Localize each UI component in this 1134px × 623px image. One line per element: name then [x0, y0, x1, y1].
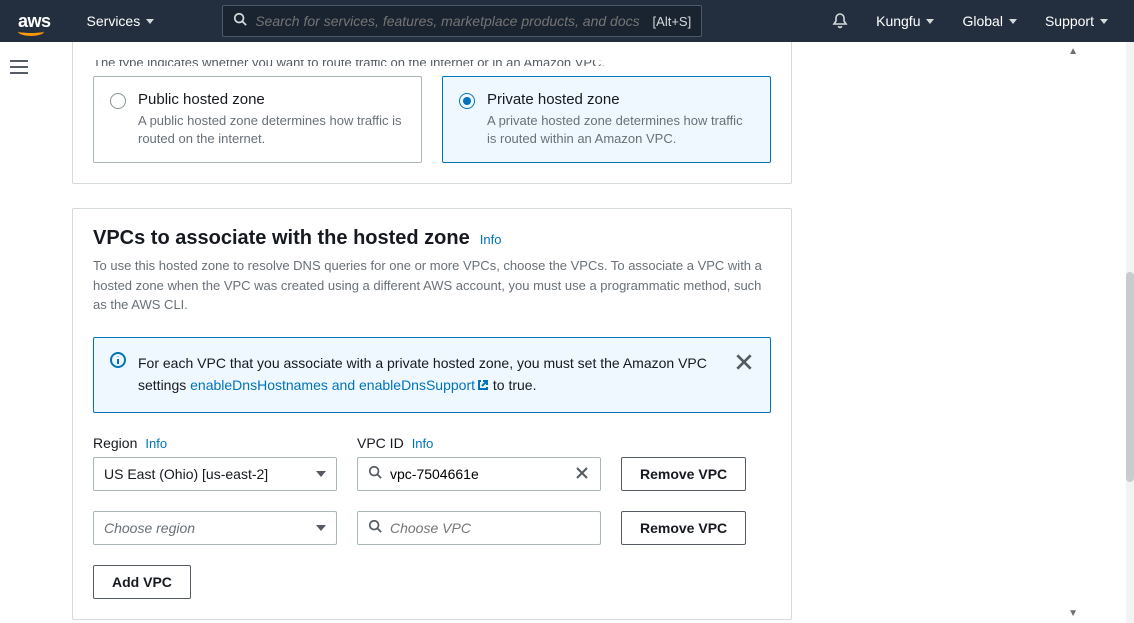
search-box[interactable]: [Alt+S]	[222, 5, 702, 37]
region-label: Global	[962, 13, 1002, 29]
search-icon	[368, 465, 382, 482]
vpc-settings-info-alert: For each VPC that you associate with a p…	[93, 337, 771, 413]
notifications-button[interactable]	[824, 13, 856, 29]
region-select[interactable]: Choose region	[93, 511, 337, 545]
add-vpc-button[interactable]: Add VPC	[93, 565, 191, 599]
search-shortcut: [Alt+S]	[653, 14, 692, 29]
dns-settings-link[interactable]: enableDnsHostnames and enableDnsSupport	[190, 377, 489, 393]
vpc-row: Region Info US East (Ohio) [us-east-2] V…	[93, 435, 771, 491]
account-label: Kungfu	[876, 13, 920, 29]
vpc-id-input[interactable]	[357, 457, 601, 491]
private-zone-desc: A private hosted zone determines how tra…	[487, 112, 754, 148]
caret-down-icon	[316, 525, 326, 531]
caret-down-icon	[1100, 19, 1108, 24]
radio-icon	[110, 93, 126, 109]
vpc-row: Choose region Remove VPC	[93, 511, 771, 545]
vpc-helptext: To use this hosted zone to resolve DNS q…	[93, 256, 771, 315]
vpc-id-field-label: VPC ID	[357, 435, 404, 451]
info-alert-message: For each VPC that you associate with a p…	[138, 352, 722, 398]
region-menu[interactable]: Global	[954, 13, 1024, 29]
services-label: Services	[87, 13, 141, 29]
private-zone-title: Private hosted zone	[487, 91, 754, 108]
region-field-label: Region	[93, 435, 137, 451]
dismiss-alert-button[interactable]	[734, 352, 754, 377]
remove-vpc-button[interactable]: Remove VPC	[621, 457, 746, 491]
clear-input-button[interactable]	[574, 466, 590, 482]
side-drawer-toggle-area	[0, 42, 38, 623]
type-helptext: The type indicates whether you want to r…	[93, 60, 771, 66]
caret-down-icon	[926, 19, 934, 24]
scroll-up-icon[interactable]: ▲	[1068, 46, 1078, 57]
caret-down-icon	[146, 19, 154, 24]
search-input[interactable]	[255, 13, 652, 29]
aws-logo[interactable]: aws	[18, 11, 51, 32]
scrollbar-thumb[interactable]	[1126, 272, 1134, 482]
caret-down-icon	[316, 471, 326, 477]
info-icon	[110, 352, 126, 373]
radio-icon	[459, 93, 475, 109]
public-zone-option[interactable]: Public hosted zone A public hosted zone …	[93, 76, 422, 163]
hamburger-icon[interactable]	[10, 60, 28, 74]
account-menu[interactable]: Kungfu	[868, 13, 942, 29]
region-select[interactable]: US East (Ohio) [us-east-2]	[93, 457, 337, 491]
support-menu[interactable]: Support	[1037, 13, 1116, 29]
info-link[interactable]: Info	[145, 436, 167, 451]
public-zone-desc: A public hosted zone determines how traf…	[138, 112, 405, 148]
search-icon	[368, 519, 382, 536]
info-link[interactable]: Info	[480, 232, 502, 247]
info-link[interactable]: Info	[412, 436, 434, 451]
caret-down-icon	[1009, 19, 1017, 24]
support-label: Support	[1045, 13, 1094, 29]
private-zone-option[interactable]: Private hosted zone A private hosted zon…	[442, 76, 771, 163]
vpc-id-input[interactable]	[357, 511, 601, 545]
services-menu[interactable]: Services	[79, 0, 163, 42]
hosted-zone-type-panel: The type indicates whether you want to r…	[72, 42, 792, 184]
region-select-placeholder: Choose region	[104, 520, 195, 536]
zone-type-options: Public hosted zone A public hosted zone …	[93, 76, 771, 163]
vpc-section-heading: VPCs to associate with the hosted zone	[93, 227, 470, 250]
vpc-id-text-input[interactable]	[390, 466, 574, 482]
search-icon	[233, 12, 247, 31]
global-search: [Alt+S]	[222, 5, 702, 37]
public-zone-title: Public hosted zone	[138, 91, 405, 108]
scrollbar-track[interactable]	[1126, 42, 1134, 623]
vpc-associate-panel: VPCs to associate with the hosted zone I…	[72, 208, 792, 619]
external-link-icon	[477, 375, 489, 397]
vpc-id-text-input[interactable]	[390, 520, 590, 536]
top-navigation: aws Services [Alt+S] Kungfu Global Suppo…	[0, 0, 1134, 42]
remove-vpc-button[interactable]: Remove VPC	[621, 511, 746, 545]
scroll-down-icon[interactable]: ▼	[1068, 608, 1078, 619]
region-select-value: US East (Ohio) [us-east-2]	[104, 466, 268, 482]
